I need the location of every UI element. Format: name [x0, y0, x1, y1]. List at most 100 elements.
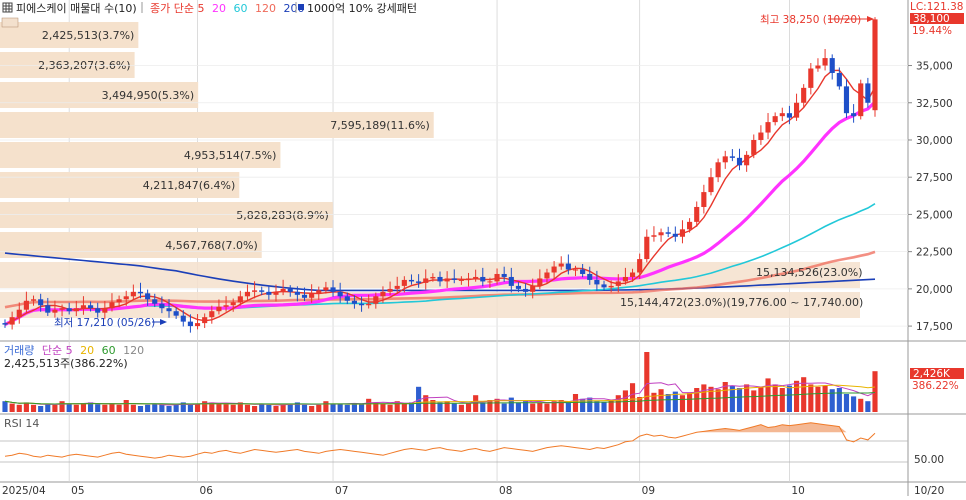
- volume-bar: [252, 406, 258, 412]
- volume-bar: [102, 404, 108, 412]
- date-axis: 2025/04 05 06 07 08 09 10 10/20: [2, 485, 944, 497]
- profile-label: 2,425,513(3.7%): [42, 29, 135, 42]
- ma-legend-20: 20: [212, 2, 226, 15]
- candle: [872, 17, 878, 117]
- volume-bar: [380, 403, 386, 412]
- volume-bar: [259, 403, 265, 412]
- volume-bar: [736, 388, 743, 412]
- volume-bar: [80, 403, 87, 412]
- volume-bar: [765, 378, 771, 412]
- date-label: 09: [642, 485, 655, 496]
- volume-bar: [66, 403, 72, 412]
- volume-bar: [629, 383, 636, 412]
- price-tick: 17,500: [916, 321, 953, 333]
- volume-bar: [565, 402, 571, 412]
- price-tick: 25,000: [916, 209, 953, 221]
- volume-bar: [301, 404, 308, 412]
- volume-bar: [230, 404, 236, 412]
- volume-bar: [45, 404, 51, 412]
- volume-bar: [116, 404, 122, 412]
- volume-bar: [708, 386, 714, 412]
- volume-bar: [366, 398, 372, 412]
- volume-bar: [751, 390, 757, 412]
- volume-bar: [644, 352, 650, 412]
- volume-bar: [594, 401, 600, 412]
- volume-legend: 거래량 단순 5 20 60 120: [4, 344, 144, 357]
- volume-bar: [123, 400, 129, 412]
- volume-bar: [793, 380, 800, 412]
- rsi-overbought-fill: [5, 422, 875, 433]
- volume-bar: [244, 404, 251, 412]
- low-annotation: 최저 17,210 (05/26): [54, 317, 155, 329]
- price-tick: 27,500: [916, 172, 953, 184]
- profile-label: 4,953,514(7.5%): [184, 149, 277, 162]
- volume-bar: [501, 403, 507, 412]
- volume-bar: [658, 389, 664, 412]
- volume-bar: [223, 404, 229, 412]
- volume-bar: [52, 404, 58, 412]
- volume-bar: [530, 403, 536, 412]
- volume-bar: [23, 402, 29, 412]
- volume-value: 2,425,513주(386.22%): [4, 357, 128, 370]
- volume-bar: [665, 394, 671, 412]
- price-tick: 22,500: [916, 247, 953, 259]
- volume-bar: [758, 386, 764, 412]
- volume-bar: [858, 398, 864, 412]
- volume-bar: [615, 395, 621, 412]
- volume-bar: [872, 371, 878, 412]
- volume-bar: [851, 396, 857, 412]
- chart-title: 피에스케이 매물대 수(10): [16, 2, 137, 15]
- date-label: 07: [335, 485, 348, 496]
- volume-bar: [166, 406, 172, 412]
- volume-bar: [508, 397, 514, 412]
- volume-bar: [330, 403, 336, 412]
- volume-bar: [152, 403, 158, 412]
- ma-legend-5: 종가 단순 5: [150, 2, 204, 15]
- volume-bar: [679, 395, 686, 412]
- volume-bar: [587, 397, 593, 412]
- svg-text:38,100: 38,100: [913, 13, 950, 25]
- volume-bar: [9, 403, 15, 412]
- volume-bar: [772, 384, 778, 412]
- date-label: 08: [499, 485, 512, 496]
- volume-bar: [843, 394, 850, 412]
- volume-bar: [473, 395, 479, 412]
- profile-label: 3,494,950(5.3%): [102, 89, 195, 102]
- volume-bar: [337, 404, 343, 412]
- volume-bar: [572, 394, 579, 412]
- volume-bar: [480, 402, 486, 412]
- volume-bar: [387, 404, 393, 412]
- ma-legend-120: 120: [255, 2, 276, 15]
- volume-bar: [515, 402, 522, 412]
- volume-bar: [216, 403, 222, 412]
- volume-bar: [865, 401, 871, 412]
- rsi-line: [4, 422, 876, 459]
- price-tick: 35,000: [916, 61, 953, 73]
- volume-bar: [815, 386, 821, 412]
- volume-bar: [687, 392, 693, 412]
- volume-bar: [451, 403, 457, 412]
- profile-label: 5,828,283(8.9%): [236, 209, 329, 222]
- volume-bar: [273, 406, 279, 412]
- volume-bar: [159, 404, 165, 412]
- volume-bar: [173, 404, 179, 412]
- volume-bar: [73, 404, 79, 412]
- price-tick: 30,000: [916, 135, 953, 147]
- volume-bar: [401, 403, 407, 412]
- volume-bar: [715, 389, 721, 412]
- svg-text:2,426K: 2,426K: [913, 368, 951, 380]
- volume-bar: [2, 401, 8, 412]
- volume-bar: [109, 403, 115, 412]
- date-label: 06: [200, 485, 214, 496]
- band-left-label: 15,144,472(23.0%)(19,776.00 ~ 17,740.00): [620, 296, 863, 309]
- volume-bar: [822, 385, 828, 412]
- band-right-label: 15,134,526(23.0%): [756, 266, 863, 279]
- volume-bar: [544, 403, 550, 412]
- date-label: 10/20: [914, 485, 944, 496]
- volume-bar: [95, 404, 101, 412]
- volume-bar: [465, 403, 472, 412]
- current-pct: 19.44%: [912, 25, 952, 37]
- profile-label: 7,595,189(11.6%): [330, 119, 430, 132]
- volume-bar: [779, 388, 785, 412]
- pattern-label: 1000억 10% 강세패턴: [307, 2, 417, 15]
